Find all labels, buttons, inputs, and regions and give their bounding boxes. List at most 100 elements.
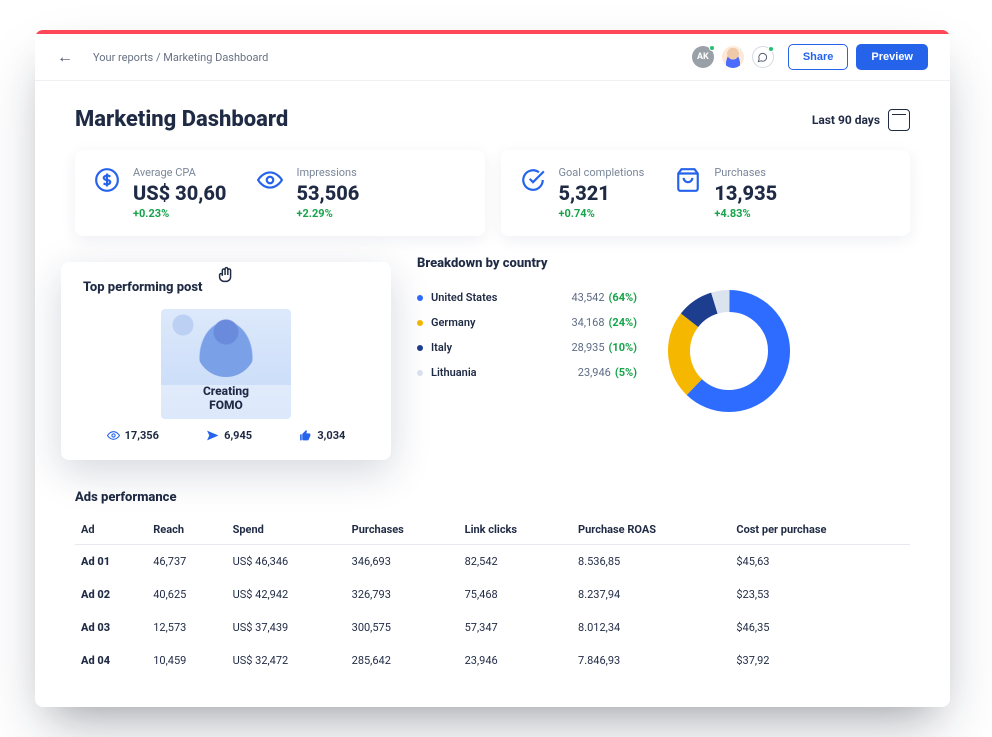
ads-performance-section: Ads performance AdReachSpendPurchasesLin…	[75, 490, 910, 677]
table-cell: 326,793	[346, 578, 459, 611]
table-cell: 82,542	[459, 545, 572, 579]
comments-button[interactable]	[752, 46, 774, 68]
kpi-delta: +0.23%	[133, 207, 226, 220]
table-row: Ad 0240,625US$ 42,942326,79375,4688.237,…	[75, 578, 910, 611]
chat-icon	[757, 52, 768, 63]
kpi-value: 13,935	[714, 181, 777, 205]
table-cell: 10,459	[147, 644, 226, 677]
table-cell: Ad 04	[75, 644, 147, 677]
table-cell: US$ 42,942	[227, 578, 346, 611]
presence-avatars: AK	[692, 46, 774, 68]
date-range-label: Last 90 days	[812, 113, 880, 127]
kpi-impressions: Impressions 53,506 +2.29%	[256, 166, 359, 220]
table-header: Reach	[147, 515, 226, 545]
table-row: Ad 0146,737US$ 46,346346,69382,5428.536,…	[75, 545, 910, 579]
table-cell: 8.536,85	[572, 545, 730, 579]
table-cell: US$ 46,346	[227, 545, 346, 579]
table-cell: $46,35	[730, 611, 910, 644]
kpi-value: 53,506	[296, 181, 359, 205]
country-value: 23,946	[578, 366, 611, 379]
kpi-value: US$ 30,60	[133, 181, 226, 205]
legend-bullet-icon	[417, 295, 423, 301]
post-views: 17,356	[107, 429, 159, 442]
page-title: Marketing Dashboard	[75, 107, 288, 132]
table-cell: Ad 01	[75, 545, 147, 579]
breadcrumb[interactable]: Your reports / Marketing Dashboard	[93, 51, 268, 64]
table-cell: Ad 02	[75, 578, 147, 611]
country-row: Italy28,935(10%)	[417, 335, 637, 360]
country-value: 34,168	[571, 316, 604, 329]
avatar-initials[interactable]: AK	[692, 46, 714, 68]
table-cell: 23,946	[459, 644, 572, 677]
country-list: United States43,542 (64%) Germany34,168 (24…	[417, 285, 637, 417]
eye-icon	[256, 166, 284, 194]
kpi-label: Goal completions	[559, 166, 645, 179]
table-cell: 75,468	[459, 578, 572, 611]
table-cell: 8.237,94	[572, 578, 730, 611]
table-cell: 40,625	[147, 578, 226, 611]
kpi-label: Purchases	[714, 166, 777, 179]
country-row: United States43,542 (64%)	[417, 285, 637, 310]
country-row: Lithuania23,946 (5%)	[417, 360, 637, 385]
post-shares: 6,945	[206, 429, 252, 442]
table-cell: 285,642	[346, 644, 459, 677]
kpi-row: Average CPA US$ 30,60 +0.23% Impressions…	[75, 150, 910, 236]
top-post-card[interactable]: Top performing post CreatingFOMO 17,356 …	[61, 262, 391, 460]
table-cell: 300,575	[346, 611, 459, 644]
top-bar: ← Your reports / Marketing Dashboard AK …	[35, 34, 950, 81]
back-button[interactable]: ←	[57, 47, 75, 67]
kpi-value: 5,321	[559, 181, 645, 205]
country-pct: (24%)	[609, 316, 637, 329]
legend-bullet-icon	[417, 320, 423, 326]
table-cell: 346,693	[346, 545, 459, 579]
table-cell: 7.846,93	[572, 644, 730, 677]
table-cell: $45,63	[730, 545, 910, 579]
post-likes: 3,034	[299, 429, 345, 442]
legend-bullet-icon	[417, 370, 423, 376]
country-name: Lithuania	[431, 366, 578, 379]
table-header: Purchase ROAS	[572, 515, 730, 545]
table-cell: 8.012,34	[572, 611, 730, 644]
post-thumbnail: CreatingFOMO	[161, 309, 291, 419]
shopping-bag-icon	[674, 166, 702, 194]
share-button[interactable]: Share	[788, 44, 849, 70]
page-body: Marketing Dashboard Last 90 days Average…	[35, 81, 950, 707]
table-cell: $37,92	[730, 644, 910, 677]
table-cell: 57,347	[459, 611, 572, 644]
legend-bullet-icon	[417, 345, 423, 351]
country-pct: (5%)	[615, 366, 637, 379]
date-range-picker[interactable]: Last 90 days	[812, 109, 910, 131]
donut-segment	[679, 301, 779, 401]
table-row: Ad 0312,573US$ 37,439300,57557,3478.012,…	[75, 611, 910, 644]
preview-button[interactable]: Preview	[856, 44, 928, 70]
table-cell: US$ 37,439	[227, 611, 346, 644]
dollar-icon	[93, 166, 121, 194]
kpi-goal-completions: Goal completions 5,321 +0.74%	[519, 166, 645, 220]
post-stats: 17,356 6,945 3,034	[83, 429, 369, 442]
country-name: United States	[431, 291, 571, 304]
country-value: 43,542	[571, 291, 604, 304]
notification-dot-icon	[768, 46, 774, 52]
country-pct: (64%)	[609, 291, 637, 304]
table-row: Ad 0410,459US$ 32,472285,64223,9467.846,…	[75, 644, 910, 677]
post-caption: CreatingFOMO	[161, 385, 291, 419]
country-row: Germany34,168 (24%)	[417, 310, 637, 335]
country-pct: (10%)	[609, 341, 637, 354]
table-header-row: AdReachSpendPurchasesLink clicksPurchase…	[75, 515, 910, 545]
table-header: Ad	[75, 515, 147, 545]
country-name: Germany	[431, 316, 571, 329]
table-cell: 12,573	[147, 611, 226, 644]
ads-table: AdReachSpendPurchasesLink clicksPurchase…	[75, 515, 910, 677]
table-header: Link clicks	[459, 515, 572, 545]
country-name: Italy	[431, 341, 571, 354]
eye-icon	[107, 429, 120, 442]
country-donut-chart	[663, 285, 795, 417]
send-icon	[206, 429, 219, 442]
table-header: Cost per purchase	[730, 515, 910, 545]
table-cell: US$ 32,472	[227, 644, 346, 677]
table-header: Purchases	[346, 515, 459, 545]
avatar-user[interactable]	[722, 46, 744, 68]
section-heading: Breakdown by country	[417, 256, 910, 271]
kpi-average-cpa: Average CPA US$ 30,60 +0.23%	[93, 166, 226, 220]
app-window: ← Your reports / Marketing Dashboard AK …	[35, 30, 950, 707]
